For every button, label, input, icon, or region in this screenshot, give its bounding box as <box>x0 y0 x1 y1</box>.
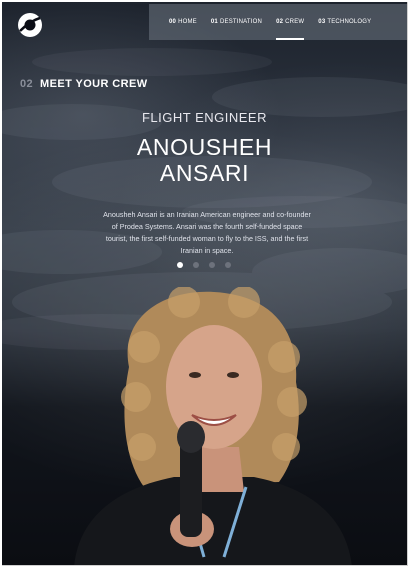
crew-name: ANOUSHEH ANSARI <box>2 134 407 186</box>
page-background: 00 HOME 01 DESTINATION 02 CREW 03 TECHNOLOGY… <box>2 2 408 566</box>
page-heading: 02 MEET YOUR CREW <box>20 78 148 90</box>
crew-portrait-image <box>74 287 352 565</box>
slider-dot-4[interactable] <box>225 262 231 268</box>
nav-item-label: HOME <box>178 19 197 25</box>
planet-logo-icon[interactable] <box>18 13 42 37</box>
nav-item-label: CREW <box>285 19 305 25</box>
nav-item-home[interactable]: 00 HOME <box>169 4 197 40</box>
nav-item-label: TECHNOLOGY <box>327 19 372 25</box>
crew-name-line-1: ANOUSHEH <box>136 134 273 160</box>
nav-item-destination[interactable]: 01 DESTINATION <box>211 4 262 40</box>
crew-role: FLIGHT ENGINEER <box>141 110 267 125</box>
nav-item-number: 03 <box>318 19 326 25</box>
nav-item-number: 02 <box>276 19 284 25</box>
page-heading-label: MEET YOUR CREW <box>40 78 148 90</box>
crew-bio: Anousheh Ansari is an Iranian American e… <box>103 210 311 255</box>
nav-item-technology[interactable]: 03 TECHNOLOGY <box>318 4 371 40</box>
slider-dot-2[interactable] <box>193 262 199 268</box>
slider-dot-1[interactable] <box>177 262 183 268</box>
nav-item-number: 01 <box>210 19 218 25</box>
crew-name-line-2: ANSARI <box>159 160 250 186</box>
crew-slider-dots <box>177 262 231 268</box>
page-heading-number: 02 <box>20 78 34 90</box>
nav-item-crew[interactable]: 02 CREW <box>276 4 305 40</box>
nav-item-label: DESTINATION <box>219 19 263 25</box>
slider-dot-3[interactable] <box>209 262 215 268</box>
main-navigation: 00 HOME 01 DESTINATION 02 CREW 03 TECHNOLOGY <box>149 4 407 40</box>
nav-item-number: 00 <box>169 19 177 25</box>
